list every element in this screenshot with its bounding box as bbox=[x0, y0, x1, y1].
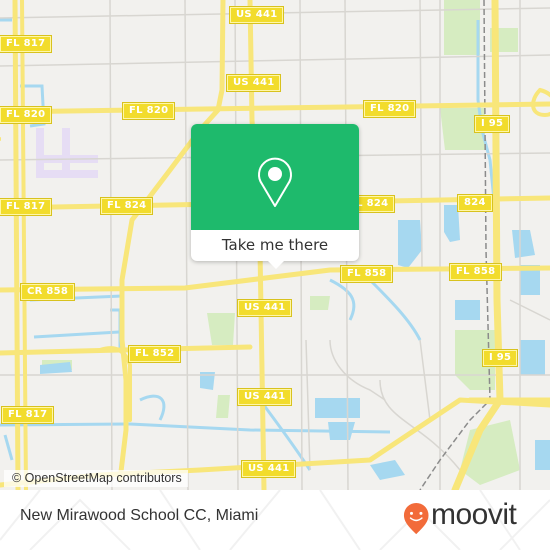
road-shield-fl-820: FL 820 bbox=[362, 100, 417, 118]
water-body bbox=[455, 300, 480, 320]
road-shield-cr-858: CR 858 bbox=[19, 283, 76, 301]
road-shield-i-95: I 95 bbox=[481, 349, 519, 367]
road-shield-fl-858: FL 858 bbox=[339, 265, 394, 283]
road-shield-fl-858: FL 858 bbox=[448, 263, 503, 281]
park-area bbox=[310, 296, 330, 310]
road-shield-fl-817: FL 817 bbox=[0, 198, 53, 216]
footer-bar: New Mirawood School CC, Miami moovit bbox=[0, 490, 550, 550]
road-shield-fl-820: FL 820 bbox=[121, 102, 176, 120]
water-body bbox=[512, 230, 535, 258]
road-shield-us-441: US 441 bbox=[240, 460, 297, 478]
road-shield-i-95: I 95 bbox=[473, 115, 511, 133]
popup-header bbox=[191, 124, 359, 230]
water-body bbox=[535, 440, 550, 470]
water-body bbox=[370, 460, 405, 480]
map-attribution[interactable]: © OpenStreetMap contributors bbox=[4, 470, 188, 487]
water-body bbox=[315, 398, 360, 418]
moovit-logo-text: moovit bbox=[431, 498, 517, 531]
road-shield-fl-817: FL 817 bbox=[0, 35, 53, 53]
road-shield-824: 824 bbox=[457, 194, 493, 212]
destination-popup: Take me there bbox=[191, 124, 359, 269]
popup-pointer bbox=[267, 260, 285, 269]
water-body bbox=[520, 340, 545, 375]
road-shield-us-441: US 441 bbox=[236, 299, 293, 317]
map[interactable]: US 441 FL 817 US 441 FL 820 FL 820 FL 82… bbox=[0, 0, 550, 490]
take-me-there-button[interactable]: Take me there bbox=[191, 230, 359, 261]
park-area bbox=[216, 395, 230, 418]
place-name: New Mirawood School CC, Miami bbox=[20, 507, 259, 524]
location-pin-icon bbox=[258, 157, 292, 207]
road-shield-us-441: US 441 bbox=[225, 74, 282, 92]
water-body bbox=[398, 220, 422, 268]
road-shield-fl-820: FL 820 bbox=[0, 106, 53, 124]
road-shield-fl-817: FL 817 bbox=[0, 406, 55, 424]
park-area bbox=[444, 0, 480, 55]
road-shield-us-441: US 441 bbox=[236, 388, 293, 406]
road-shield-us-441: US 441 bbox=[228, 6, 285, 24]
airport-area bbox=[36, 128, 98, 178]
park-area bbox=[207, 313, 235, 345]
road-shield-fl-824: FL 824 bbox=[99, 197, 154, 215]
road-shield-fl-852: FL 852 bbox=[127, 345, 182, 363]
